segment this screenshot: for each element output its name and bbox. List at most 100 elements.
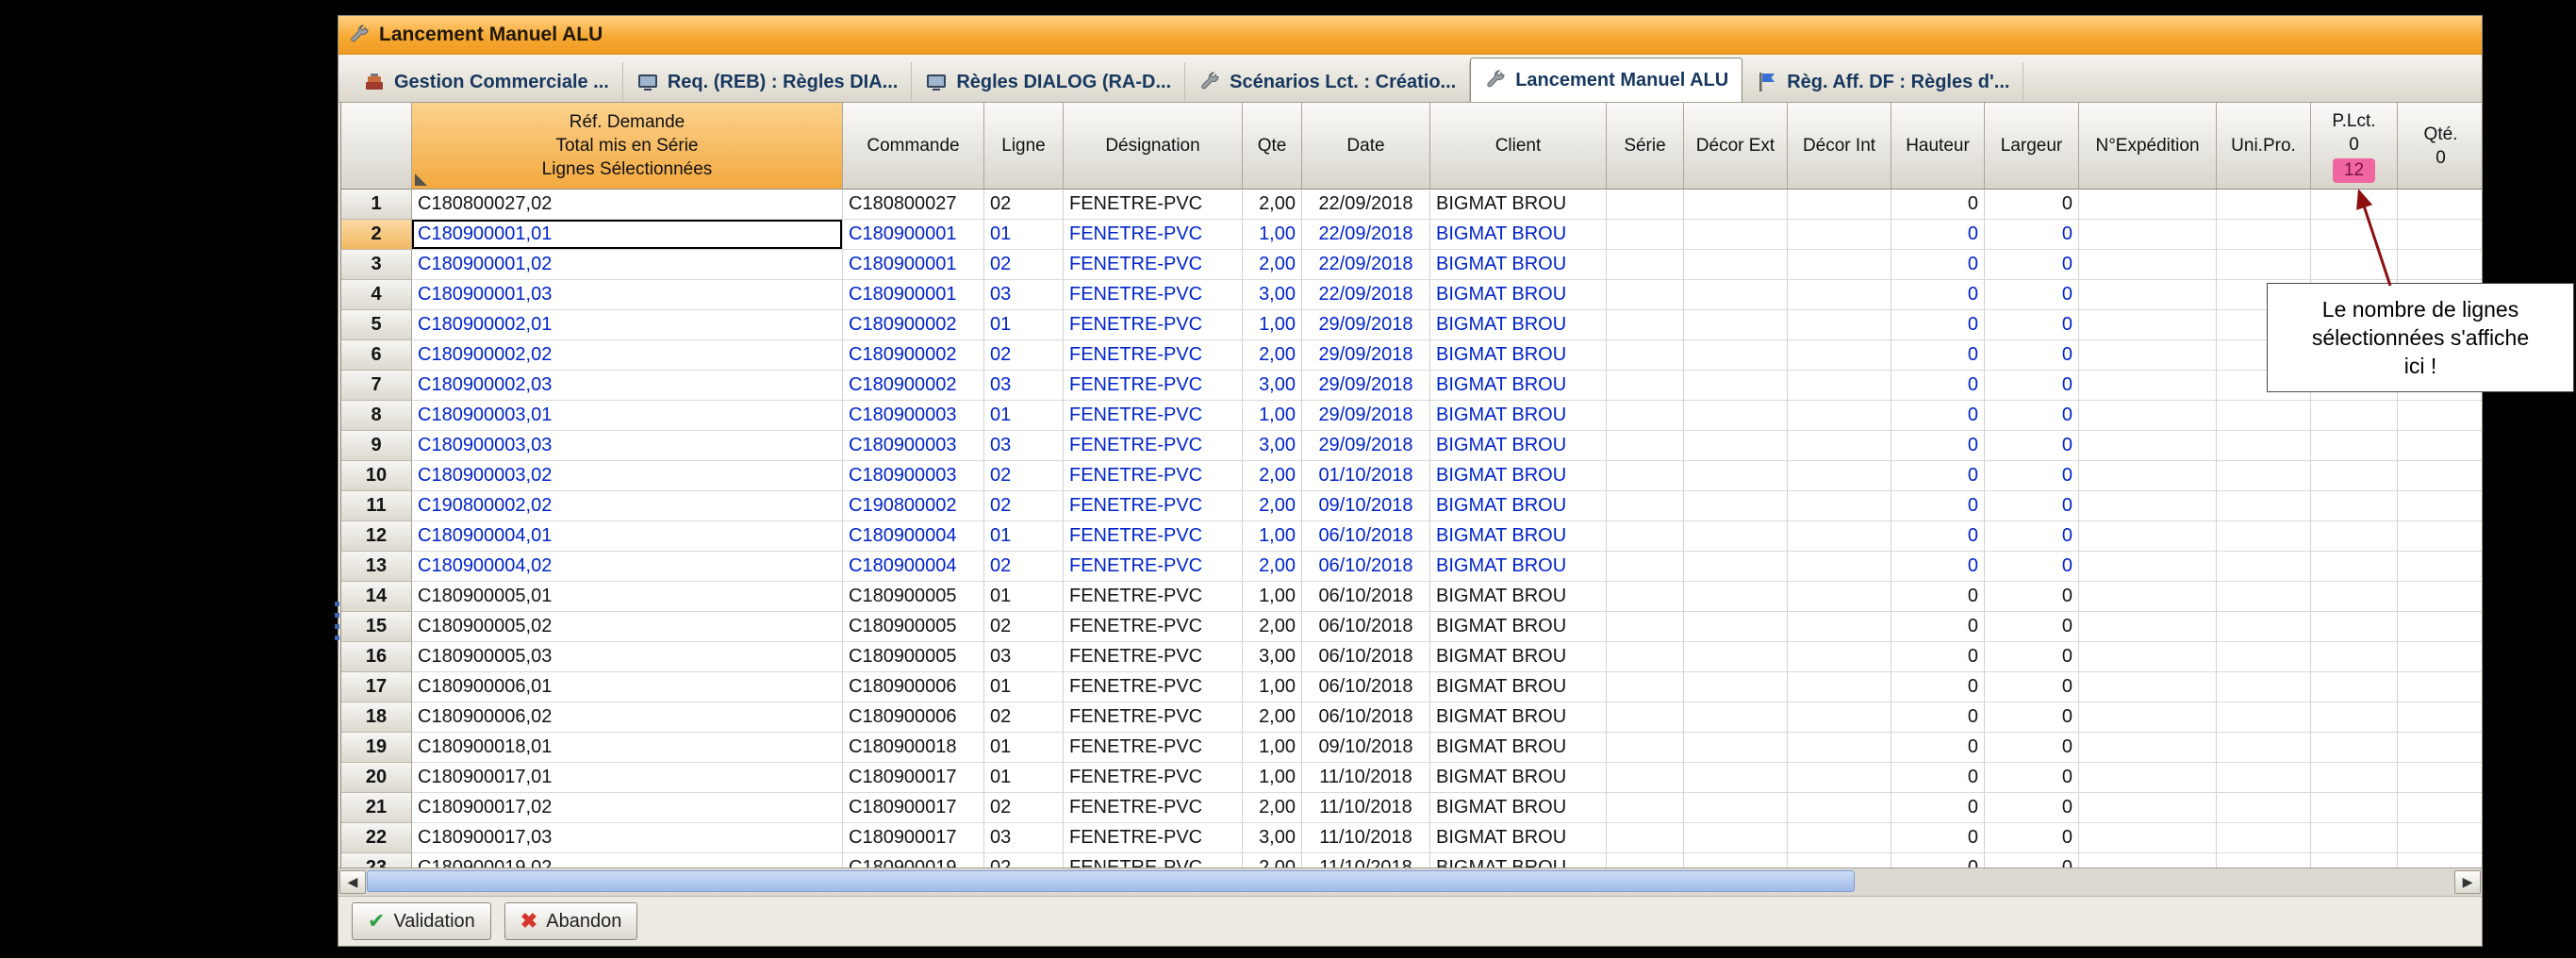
table-row[interactable]: 5C180900002,01C18090000201FENETRE-PVC1,0… [341,310,2482,340]
table-row[interactable]: 2C180900001,01C18090000101FENETRE-PVC1,0… [341,220,2482,250]
cell-cmd[interactable]: C180900001 [843,220,984,250]
cell-date[interactable]: 06/10/2018 [1302,521,1430,552]
cell-haut[interactable]: 0 [1891,612,1985,642]
cell-client[interactable]: BIGMAT BROU [1430,823,1607,853]
cell-date[interactable]: 06/10/2018 [1302,552,1430,582]
cell-qte[interactable]: 1,00 [1243,521,1302,552]
cell-client[interactable]: BIGMAT BROU [1430,250,1607,280]
cell-haut[interactable]: 0 [1891,190,1985,220]
cell-exp[interactable] [2079,642,2217,672]
cell-uni[interactable] [2217,431,2311,461]
cell-haut[interactable]: 0 [1891,371,1985,401]
row-number[interactable]: 21 [341,793,412,823]
cell-serie[interactable] [1607,612,1684,642]
row-number[interactable]: 13 [341,552,412,582]
cell-qte[interactable]: 2,00 [1243,461,1302,491]
cell-serie[interactable] [1607,763,1684,793]
column-header-commande[interactable]: Commande [843,103,984,190]
table-row[interactable]: 15C180900005,02C18090000502FENETRE-PVC2,… [341,612,2482,642]
cell-cmd[interactable]: C180900003 [843,461,984,491]
cell-qte[interactable]: 1,00 [1243,763,1302,793]
cell-date[interactable]: 22/09/2018 [1302,220,1430,250]
column-header-unipro[interactable]: Uni.Pro. [2217,103,2311,190]
cell-larg[interactable]: 0 [1985,401,2079,431]
cell-date[interactable]: 29/09/2018 [1302,431,1430,461]
cell-qte[interactable]: 2,00 [1243,340,1302,371]
cell-plct[interactable] [2311,612,2398,642]
cell-plct[interactable] [2311,793,2398,823]
cell-ref[interactable]: C180900005,02 [412,612,843,642]
cell-ligne[interactable]: 02 [984,340,1064,371]
cell-uni[interactable] [2217,220,2311,250]
cell-qte[interactable]: 2,00 [1243,612,1302,642]
cell-ref[interactable]: C180900006,01 [412,672,843,702]
cell-dint[interactable] [1788,672,1891,702]
cell-qte2[interactable] [2398,401,2482,431]
cell-larg[interactable]: 0 [1985,763,2079,793]
cell-ref[interactable]: C180900004,01 [412,521,843,552]
cell-uni[interactable] [2217,702,2311,733]
row-number[interactable]: 12 [341,521,412,552]
cell-larg[interactable]: 0 [1985,642,2079,672]
abandon-button[interactable]: ✖ Abandon [504,902,638,940]
cell-desig[interactable]: FENETRE-PVC [1064,853,1243,867]
cell-qte[interactable]: 1,00 [1243,672,1302,702]
cell-exp[interactable] [2079,371,2217,401]
cell-qte[interactable]: 2,00 [1243,853,1302,867]
tab-req-reb[interactable]: Req. (REB) : Règles DIA... [623,62,912,102]
cell-haut[interactable]: 0 [1891,461,1985,491]
cell-larg[interactable]: 0 [1985,310,2079,340]
cell-dext[interactable] [1684,733,1788,763]
cell-haut[interactable]: 0 [1891,733,1985,763]
cell-exp[interactable] [2079,853,2217,867]
cell-desig[interactable]: FENETRE-PVC [1064,733,1243,763]
cell-dext[interactable] [1684,340,1788,371]
cell-qte2[interactable] [2398,853,2482,867]
cell-ref[interactable]: C180900019,02 [412,853,843,867]
cell-cmd[interactable]: C180900004 [843,552,984,582]
row-number[interactable]: 1 [341,190,412,220]
cell-haut[interactable]: 0 [1891,521,1985,552]
cell-dint[interactable] [1788,431,1891,461]
row-number[interactable]: 15 [341,612,412,642]
cell-exp[interactable] [2079,401,2217,431]
cell-dext[interactable] [1684,702,1788,733]
cell-dint[interactable] [1788,461,1891,491]
cell-qte[interactable]: 3,00 [1243,642,1302,672]
table-row[interactable]: 8C180900003,01C18090000301FENETRE-PVC1,0… [341,401,2482,431]
table-row[interactable]: 4C180900001,03C18090000103FENETRE-PVC3,0… [341,280,2482,310]
cell-uni[interactable] [2217,793,2311,823]
cell-haut[interactable]: 0 [1891,793,1985,823]
cell-larg[interactable]: 0 [1985,190,2079,220]
cell-exp[interactable] [2079,552,2217,582]
cell-uni[interactable] [2217,582,2311,612]
cell-client[interactable]: BIGMAT BROU [1430,612,1607,642]
cell-cmd[interactable]: C180900002 [843,340,984,371]
cell-desig[interactable]: FENETRE-PVC [1064,823,1243,853]
cell-client[interactable]: BIGMAT BROU [1430,582,1607,612]
cell-serie[interactable] [1607,491,1684,521]
cell-desig[interactable]: FENETRE-PVC [1064,250,1243,280]
horizontal-scrollbar[interactable]: ◀ ▶ [339,867,2482,896]
table-row[interactable]: 13C180900004,02C18090000402FENETRE-PVC2,… [341,552,2482,582]
cell-dint[interactable] [1788,793,1891,823]
table-row[interactable]: 21C180900017,02C18090001702FENETRE-PVC2,… [341,793,2482,823]
cell-desig[interactable]: FENETRE-PVC [1064,552,1243,582]
cell-ligne[interactable]: 01 [984,220,1064,250]
row-number[interactable]: 5 [341,310,412,340]
cell-dext[interactable] [1684,672,1788,702]
cell-uni[interactable] [2217,672,2311,702]
cell-plct[interactable] [2311,702,2398,733]
cell-date[interactable]: 06/10/2018 [1302,702,1430,733]
tab-regles-dialog[interactable]: Règles DIALOG (RA-D... [912,62,1185,102]
cell-plct[interactable] [2311,461,2398,491]
cell-ref[interactable]: C180900001,01 [412,220,843,250]
cell-haut[interactable]: 0 [1891,642,1985,672]
cell-haut[interactable]: 0 [1891,250,1985,280]
cell-desig[interactable]: FENETRE-PVC [1064,220,1243,250]
cell-ligne[interactable]: 02 [984,702,1064,733]
cell-dext[interactable] [1684,552,1788,582]
cell-serie[interactable] [1607,310,1684,340]
cell-desig[interactable]: FENETRE-PVC [1064,310,1243,340]
cell-haut[interactable]: 0 [1891,340,1985,371]
